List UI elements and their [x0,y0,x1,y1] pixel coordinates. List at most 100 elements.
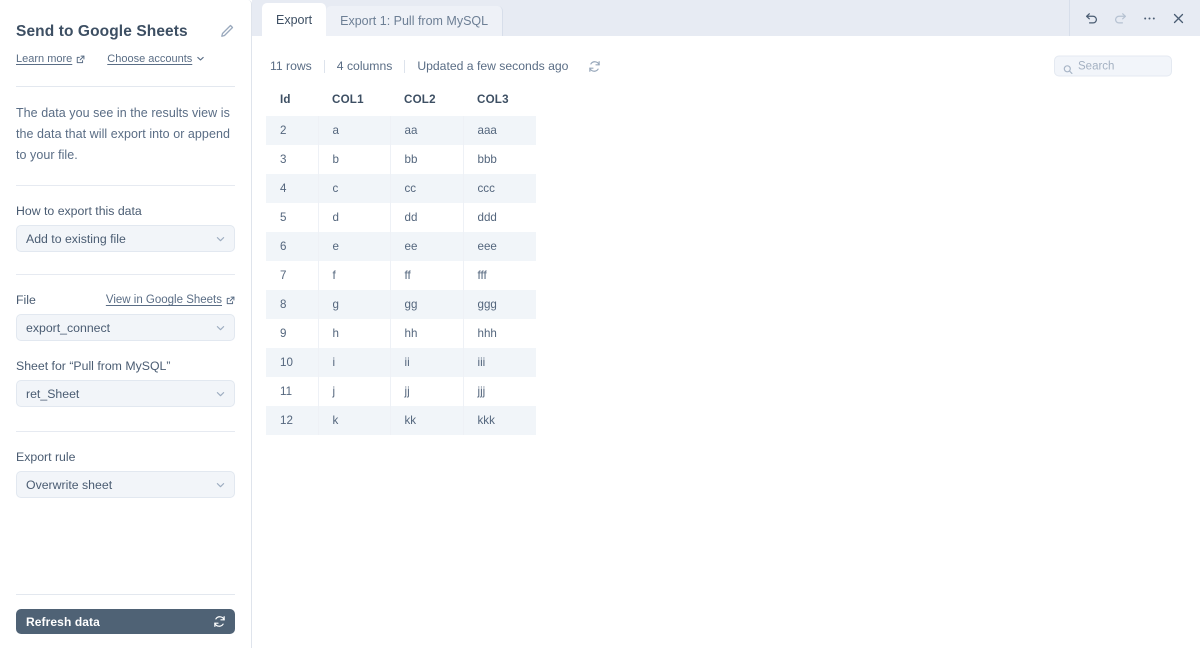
column-count: 4 columns [336,59,393,73]
tab-export[interactable]: Export [262,3,327,36]
table-row[interactable]: 12 k kk kkk [266,406,536,435]
column-header-id[interactable]: Id [266,87,318,116]
table-cell: jj [390,377,464,406]
panel-header: Send to Google Sheets Learn more Choose … [0,0,251,87]
table-cell: 3 [266,145,319,174]
choose-accounts-link[interactable]: Choose accounts [107,53,205,65]
learn-more-label: Learn more [16,53,73,65]
column-header-col2[interactable]: COL2 [390,87,463,116]
external-link-icon [76,55,85,64]
table-cell: gg [390,290,464,319]
panel-title: Send to Google Sheets [16,23,188,40]
table-cell: e [318,232,391,261]
table-cell: 10 [266,348,319,377]
redo-icon[interactable] [1113,11,1128,26]
table-cell: b [318,145,391,174]
search-input[interactable] [1078,60,1163,72]
tab-export-label: Export [276,12,313,27]
external-link-icon [226,296,235,305]
table-body: 2 a aa aaa 3 b bb bbb 4 c cc ccc 5 d dd ddd 6 e ee eee 7 f ff f… [266,116,536,435]
how-to-export-value: Add to existing file [26,231,126,246]
table-cell: hh [390,319,464,348]
table-row[interactable]: 3 b bb bbb [266,145,536,174]
table-cell: j [318,377,391,406]
table-cell: 12 [266,406,319,435]
file-value: export_connect [26,320,111,335]
chevron-down-icon [215,388,226,399]
table-cell: h [318,319,391,348]
table-cell: ccc [463,174,536,203]
file-label-row: File View in Google Sheets [16,293,235,307]
tab-list: Export Export 1: Pull from MySQL [252,0,504,36]
table-cell: 7 [266,261,319,290]
results-pane: Export Export 1: Pull from MySQL 11 rows… [252,0,1200,648]
how-to-export-label-text: How to export this data [16,204,142,218]
table-row[interactable]: 4 c cc ccc [266,174,536,203]
table-cell: ii [390,348,464,377]
chevron-down-icon [196,54,205,65]
table-cell: c [318,174,391,203]
table-cell: kk [390,406,464,435]
results-table: Id COL1 COL2 COL3 2 a aa aaa 3 b bb bbb 4 c cc ccc 5 d dd… [266,87,536,435]
sheet-label-text: Sheet for “Pull from MySQL” [16,359,171,373]
table-row[interactable]: 5 d dd ddd [266,203,536,232]
export-settings-panel: Send to Google Sheets Learn more Choose … [0,0,252,648]
table-row[interactable]: 7 f ff fff [266,261,536,290]
column-header-col1[interactable]: COL1 [318,87,390,116]
table-cell: a [318,116,391,145]
table-cell: 5 [266,203,319,232]
refresh-data-label: Refresh data [26,614,100,629]
window-controls [1069,0,1200,36]
tab-export-1-pull-from-mysql[interactable]: Export 1: Pull from MySQL [326,6,504,36]
how-to-export-select[interactable]: Add to existing file [16,225,235,252]
chevron-down-icon [215,233,226,244]
table-cell: ee [390,232,464,261]
chevron-down-icon [215,479,226,490]
table-row[interactable]: 10 i ii iii [266,348,536,377]
tab-export-1-label: Export 1: Pull from MySQL [340,14,489,28]
table-row[interactable]: 8 g gg ggg [266,290,536,319]
table-cell: f [318,261,391,290]
table-header: Id COL1 COL2 COL3 [266,87,536,116]
table-cell: 4 [266,174,319,203]
table-cell: bb [390,145,464,174]
divider-3 [16,431,235,432]
row-count: 11 rows [270,59,312,73]
table-cell: jjj [463,377,536,406]
table-cell: 11 [266,377,319,406]
table-cell: bbb [463,145,536,174]
table-row[interactable]: 2 a aa aaa [266,116,536,145]
export-rule-select[interactable]: Overwrite sheet [16,471,235,498]
view-in-google-sheets-link[interactable]: View in Google Sheets [106,294,235,306]
table-cell: d [318,203,391,232]
sheet-value: ret_Sheet [26,386,80,401]
divider-2 [16,274,235,275]
more-options-icon[interactable] [1142,11,1157,26]
table-cell: ggg [463,290,536,319]
results-table-wrapper: Id COL1 COL2 COL3 2 a aa aaa 3 b bb bbb 4 c cc ccc 5 d dd… [252,87,1200,435]
refresh-icon[interactable] [588,60,601,73]
table-cell: fff [463,261,536,290]
table-cell: dd [390,203,464,232]
sheet-select[interactable]: ret_Sheet [16,380,235,407]
how-to-export-label: How to export this data [16,204,235,218]
updated-timestamp: Updated a few seconds ago [417,59,569,73]
table-row[interactable]: 6 e ee eee [266,232,536,261]
learn-more-link[interactable]: Learn more [16,53,85,65]
table-cell: hhh [463,319,536,348]
search-box[interactable] [1054,55,1172,77]
panel-header-links: Learn more Choose accounts [16,53,235,65]
table-cell: eee [463,232,536,261]
table-cell: ff [390,261,464,290]
close-icon[interactable] [1171,11,1186,26]
pencil-icon[interactable] [219,23,235,39]
table-row[interactable]: 11 j jj jjj [266,377,536,406]
table-cell: iii [463,348,536,377]
file-select[interactable]: export_connect [16,314,235,341]
column-header-col3[interactable]: COL3 [463,87,536,116]
view-in-google-sheets-label: View in Google Sheets [105,294,222,306]
undo-icon[interactable] [1084,11,1099,26]
refresh-data-button[interactable]: Refresh data [16,609,235,634]
table-row[interactable]: 9 h hh hhh [266,319,536,348]
table-cell: 9 [266,319,319,348]
